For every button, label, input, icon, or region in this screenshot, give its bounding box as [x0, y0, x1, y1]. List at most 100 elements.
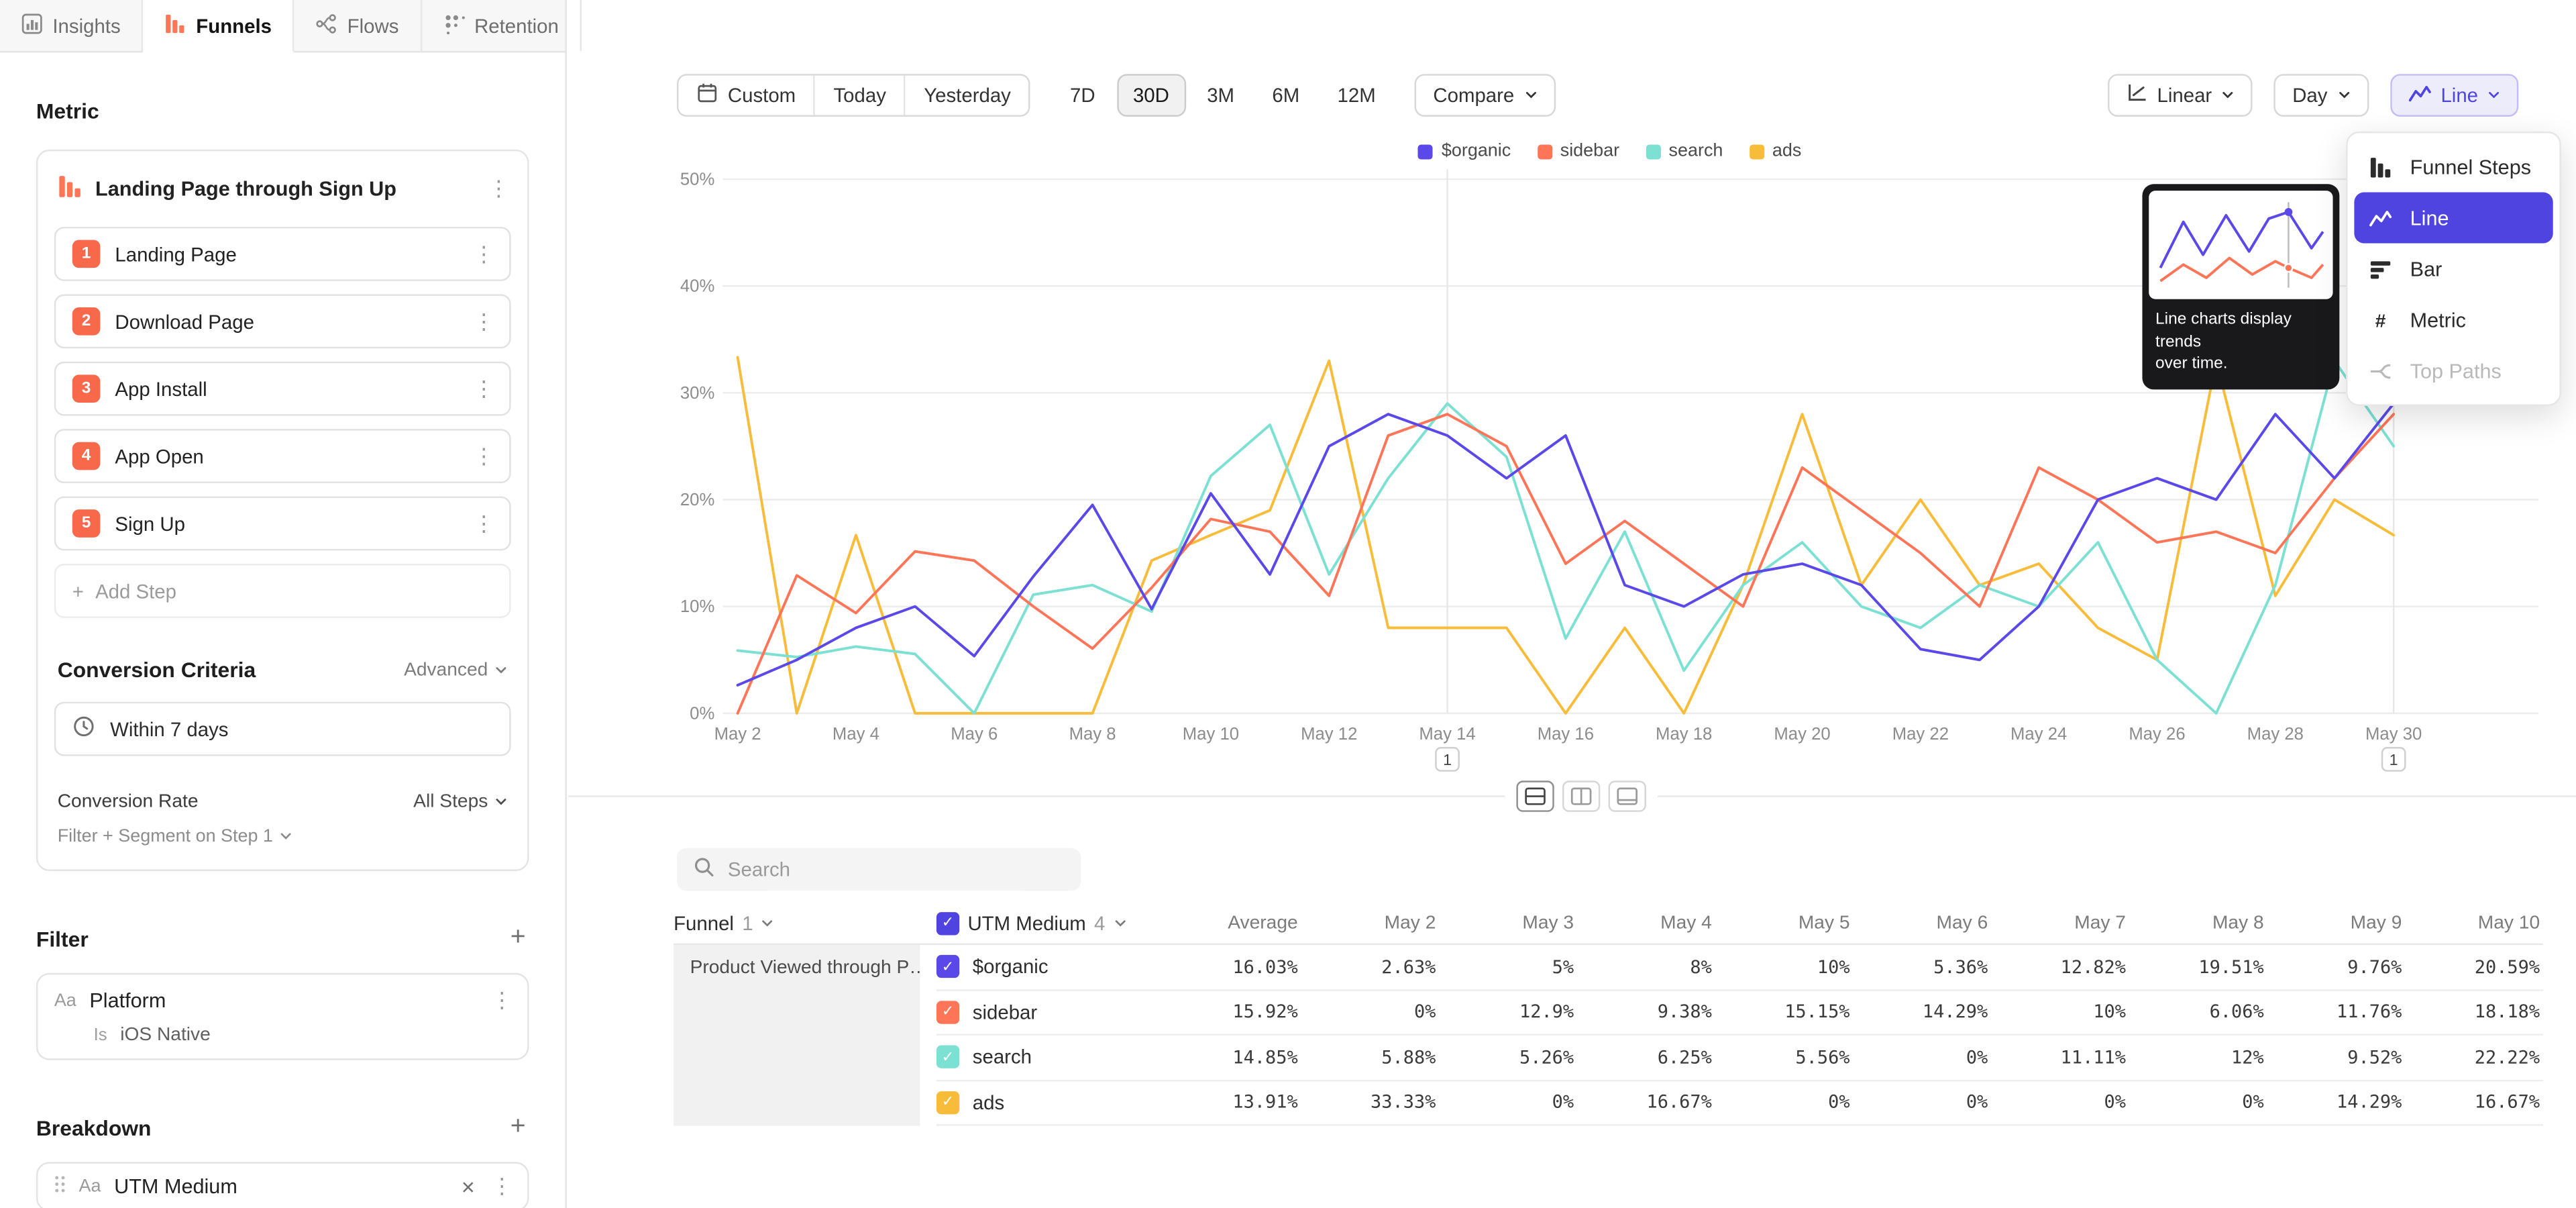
- series-name: $organic: [973, 955, 1049, 978]
- scale-dropdown[interactable]: Linear: [2108, 74, 2253, 117]
- compare-button[interactable]: Compare: [1415, 74, 1555, 117]
- column-header-may-8[interactable]: May 8: [2129, 913, 2267, 932]
- conversion-window-button[interactable]: Within 7 days: [54, 702, 511, 756]
- funnel-title: Landing Page through Sign Up: [95, 177, 475, 200]
- legend-item-search[interactable]: search: [1646, 142, 1723, 161]
- value-cell: 20.59%: [2405, 956, 2543, 978]
- filter-operator[interactable]: Is: [94, 1025, 107, 1045]
- value-cell: 9.52%: [2267, 1046, 2406, 1068]
- funnels-icon: [165, 12, 186, 38]
- legend-label: $organic: [1442, 142, 1511, 161]
- string-type-badge: Aa: [79, 1176, 101, 1196]
- series-cell[interactable]: ✓sidebar: [936, 1001, 1163, 1023]
- svg-text:10%: 10%: [680, 597, 714, 616]
- filter-value[interactable]: iOS Native: [120, 1025, 211, 1045]
- kebab-menu-icon[interactable]: ⋮: [488, 176, 507, 202]
- series-checkbox[interactable]: ✓: [936, 1001, 959, 1023]
- value-cell: 16.03%: [1163, 956, 1301, 978]
- legend-item-organic[interactable]: $organic: [1419, 142, 1511, 161]
- funnel-step-sign-up[interactable]: 5Sign Up⋮: [54, 497, 511, 551]
- column-header-may-7[interactable]: May 7: [1991, 913, 2129, 932]
- kebab-menu-icon[interactable]: ⋮: [491, 1174, 511, 1200]
- drag-handle-icon[interactable]: [54, 1175, 66, 1198]
- step-label: Download Page: [115, 310, 473, 333]
- kebab-menu-icon[interactable]: ⋮: [473, 376, 492, 402]
- breakdown-property[interactable]: UTM Medium: [114, 1175, 445, 1198]
- chevron-down-icon: [2222, 91, 2235, 101]
- funnel-step-landing-page[interactable]: 1Landing Page⋮: [54, 227, 511, 281]
- tab-funnels[interactable]: Funnels: [144, 0, 294, 52]
- menu-item-line[interactable]: Line: [2354, 193, 2553, 244]
- funnel-step-download-page[interactable]: 2Download Page⋮: [54, 294, 511, 348]
- range-6m[interactable]: 6M: [1256, 74, 1316, 117]
- tab-insights[interactable]: Insights: [0, 0, 144, 51]
- svg-text:May 14: May 14: [1419, 725, 1475, 744]
- column-header-may-2[interactable]: May 2: [1301, 913, 1440, 932]
- series-checkbox[interactable]: ✓: [936, 955, 959, 978]
- split-vertical-view-button[interactable]: [1562, 781, 1600, 812]
- add-breakdown-button[interactable]: +: [507, 1114, 529, 1140]
- svg-text:May 22: May 22: [1892, 725, 1949, 744]
- filter-segment-dropdown[interactable]: Filter + Segment on Step 1: [54, 827, 511, 846]
- range-7d[interactable]: 7D: [1054, 74, 1112, 117]
- menu-item-metric[interactable]: #Metric: [2354, 294, 2553, 345]
- chart-type-dropdown[interactable]: Line: [2390, 74, 2520, 117]
- advanced-dropdown[interactable]: Advanced: [404, 660, 508, 679]
- column-header-may-3[interactable]: May 3: [1439, 913, 1577, 932]
- conversion-rate-dropdown[interactable]: All Steps: [413, 792, 508, 811]
- breakdown-column-header[interactable]: ✓ UTM Medium 4: [936, 911, 1163, 934]
- select-all-checkbox[interactable]: ✓: [936, 911, 959, 934]
- funnel-column-header[interactable]: Funnel 1: [674, 911, 936, 934]
- conversion-rate-label: Conversion Rate: [58, 792, 199, 811]
- series-cell[interactable]: ✓ads: [936, 1091, 1163, 1114]
- remove-breakdown-icon[interactable]: ×: [458, 1174, 478, 1200]
- value-cell: 14.85%: [1163, 1046, 1301, 1068]
- filter-property[interactable]: Platform: [89, 989, 478, 1012]
- kebab-menu-icon[interactable]: ⋮: [491, 988, 511, 1014]
- date-preset-yesterday[interactable]: Yesterday: [906, 76, 1029, 115]
- funnel-step-app-install[interactable]: 3App Install⋮: [54, 362, 511, 416]
- series-cell[interactable]: ✓search: [936, 1046, 1163, 1068]
- add-step-button[interactable]: + Add Step: [54, 564, 511, 618]
- range-3m[interactable]: 3M: [1191, 74, 1251, 117]
- tab-retention[interactable]: Retention: [422, 0, 582, 51]
- legend-swatch: [1419, 144, 1434, 158]
- kebab-menu-icon[interactable]: ⋮: [473, 308, 492, 334]
- funnel-group-cell[interactable]: Product Viewed through P…: [674, 945, 920, 1125]
- legend-label: search: [1669, 142, 1723, 161]
- range-30d[interactable]: 30D: [1116, 74, 1185, 117]
- column-header-may-6[interactable]: May 6: [1853, 913, 1991, 932]
- funnel-step-app-open[interactable]: 4App Open⋮: [54, 429, 511, 483]
- kebab-menu-icon[interactable]: ⋮: [473, 241, 492, 267]
- legend-item-ads[interactable]: ads: [1750, 142, 1802, 161]
- date-toolbar: CustomTodayYesterday 7D30D3M6M12M Compar…: [677, 74, 1556, 117]
- kebab-menu-icon[interactable]: ⋮: [473, 510, 492, 536]
- menu-item-funnel-steps[interactable]: Funnel Steps: [2354, 142, 2553, 193]
- granularity-dropdown[interactable]: Day: [2274, 74, 2368, 117]
- kebab-menu-icon[interactable]: ⋮: [473, 443, 492, 469]
- split-horizontal-view-button[interactable]: [1516, 781, 1554, 812]
- menu-item-bar[interactable]: Bar: [2354, 243, 2553, 294]
- column-header-may-4[interactable]: May 4: [1577, 913, 1715, 932]
- series-checkbox[interactable]: ✓: [936, 1091, 959, 1114]
- add-filter-button[interactable]: +: [507, 925, 529, 952]
- legend-item-sidebar[interactable]: sidebar: [1537, 142, 1619, 161]
- series-checkbox[interactable]: ✓: [936, 1046, 959, 1068]
- date-preset-today[interactable]: Today: [816, 76, 906, 115]
- column-header-may-5[interactable]: May 5: [1715, 913, 1854, 932]
- step-label: App Install: [115, 377, 473, 400]
- column-header-average[interactable]: Average: [1163, 913, 1301, 932]
- tab-flows[interactable]: Flows: [294, 0, 421, 51]
- menu-item-label: Bar: [2410, 257, 2443, 280]
- date-preset-custom[interactable]: Custom: [678, 76, 815, 115]
- funnel-metric-header[interactable]: Landing Page through Sign Up ⋮: [54, 168, 511, 211]
- column-header-may-10[interactable]: May 10: [2405, 913, 2543, 932]
- range-12m[interactable]: 12M: [1321, 74, 1392, 117]
- search-input[interactable]: [728, 858, 1065, 880]
- chart-only-view-button[interactable]: [1609, 781, 1646, 812]
- tab-label: Insights: [52, 14, 120, 37]
- results-table: Funnel 1 ✓ UTM Medium 4 AverageMay 2May …: [674, 902, 2543, 1125]
- series-cell[interactable]: ✓ $organic: [936, 955, 1163, 978]
- column-header-may-9[interactable]: May 9: [2267, 913, 2406, 932]
- funnel-steps-icon: [2369, 155, 2395, 178]
